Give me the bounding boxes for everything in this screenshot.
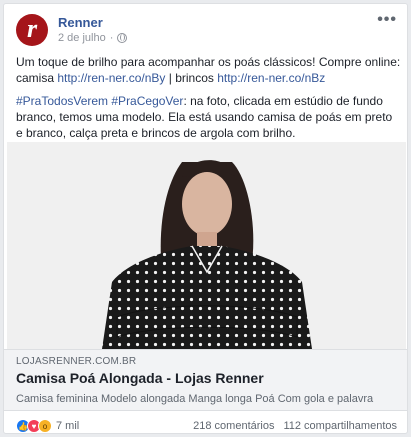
meta-separator: · (109, 32, 114, 44)
shirt-link[interactable]: http://ren-ner.co/nBy (57, 71, 165, 85)
post-card: r Renner 2 de julho · ••• Um toque de br… (3, 3, 408, 434)
shares-count[interactable]: 112 compartilhamentos (283, 420, 397, 432)
model-photo-illustration (7, 142, 406, 349)
engagement-counts: 218 comentários 112 compartilhamentos (193, 420, 397, 432)
post-mid-text: | brincos (165, 71, 218, 85)
post-paragraph-2: #PraTodosVerem #PraCegoVer: na foto, cli… (16, 93, 401, 141)
globe-icon (117, 33, 128, 43)
post-paragraph-1: Um toque de brilho para acompanhar os po… (16, 54, 401, 86)
post-photo[interactable] (7, 142, 406, 349)
page-name-link[interactable]: Renner (58, 15, 103, 30)
post-date[interactable]: 2 de julho (58, 32, 106, 44)
post-header: r Renner 2 de julho · ••• (16, 12, 397, 48)
link-domain: LOJASRENNER.COM.BR (16, 356, 137, 367)
wow-icon: o (38, 419, 52, 433)
post-text: Um toque de brilho para acompanhar os po… (16, 54, 401, 148)
comments-count[interactable]: 218 comentários (193, 420, 274, 432)
post-meta: 2 de julho · (58, 32, 128, 44)
reactions-summary[interactable]: 👍 ♥ o 7 mil (16, 419, 79, 433)
earrings-link[interactable]: http://ren-ner.co/nBz (217, 71, 325, 85)
more-options-icon[interactable]: ••• (377, 12, 397, 28)
avatar-logo: r (26, 13, 38, 43)
link-preview[interactable]: LOJASRENNER.COM.BR Camisa Poá Alongada -… (4, 349, 407, 411)
hashtags-link[interactable]: #PraTodosVerem #PraCegoVer (16, 94, 183, 108)
avatar[interactable]: r (16, 14, 48, 46)
reactions-count: 7 mil (56, 420, 80, 432)
link-description: Camisa feminina Modelo alongada Manga lo… (16, 393, 374, 405)
link-title[interactable]: Camisa Poá Alongada - Lojas Renner (16, 370, 395, 386)
post-stats: 👍 ♥ o 7 mil 218 comentários 112 comparti… (16, 418, 397, 433)
